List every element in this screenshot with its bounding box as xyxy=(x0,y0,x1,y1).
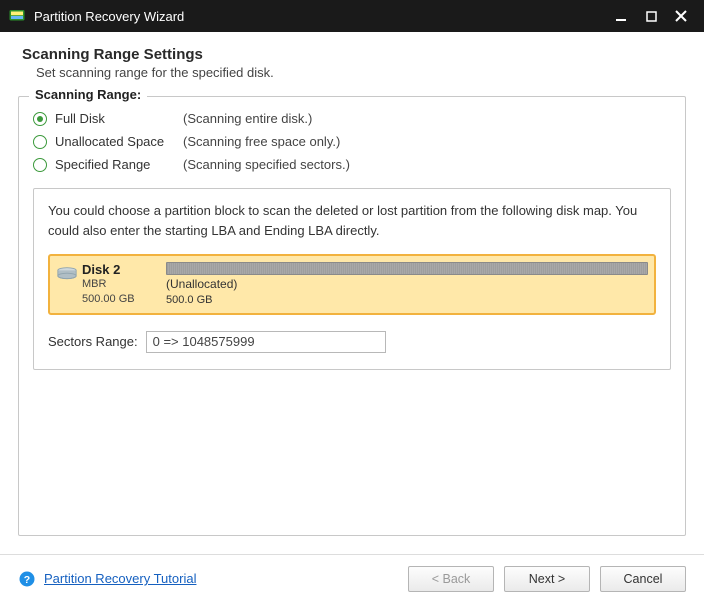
maximize-button[interactable] xyxy=(636,0,666,32)
sectors-range-label: Sectors Range: xyxy=(48,334,138,349)
partition-bar[interactable] xyxy=(166,262,648,275)
help-icon: ? xyxy=(18,570,36,588)
option-label: Specified Range xyxy=(55,157,183,172)
option-desc: (Scanning free space only.) xyxy=(183,134,340,149)
tutorial-link[interactable]: Partition Recovery Tutorial xyxy=(44,571,196,586)
option-unallocated-space[interactable]: Unallocated Space (Scanning free space o… xyxy=(33,130,671,153)
close-button[interactable] xyxy=(666,0,696,32)
option-desc: (Scanning entire disk.) xyxy=(183,111,312,126)
option-specified-range[interactable]: Specified Range (Scanning specified sect… xyxy=(33,153,671,176)
option-label: Unallocated Space xyxy=(55,134,183,149)
sectors-range-input[interactable] xyxy=(146,331,386,353)
back-button[interactable]: < Back xyxy=(408,566,494,592)
titlebar: Partition Recovery Wizard xyxy=(0,0,704,32)
option-full-disk[interactable]: Full Disk (Scanning entire disk.) xyxy=(33,107,671,130)
disk-map-box: You could choose a partition block to sc… xyxy=(33,188,671,370)
disk-map-hint: You could choose a partition block to sc… xyxy=(48,201,656,240)
svg-text:?: ? xyxy=(24,573,30,585)
cancel-button[interactable]: Cancel xyxy=(600,566,686,592)
radio-icon[interactable] xyxy=(33,135,47,149)
radio-icon[interactable] xyxy=(33,112,47,126)
header: Scanning Range Settings Set scanning ran… xyxy=(0,32,704,90)
disk-map[interactable]: Disk 2 MBR 500.00 GB (Unallocated) 500.0… xyxy=(48,254,656,315)
option-label: Full Disk xyxy=(55,111,183,126)
radio-icon[interactable] xyxy=(33,158,47,172)
app-icon xyxy=(8,7,26,25)
partition-size: 500.0 GB xyxy=(166,293,648,307)
partition-block-unallocated[interactable]: (Unallocated) 500.0 GB xyxy=(166,262,648,307)
disk-info: Disk 2 MBR 500.00 GB xyxy=(56,262,156,307)
page-subtitle: Set scanning range for the specified dis… xyxy=(36,65,682,80)
page-title: Scanning Range Settings xyxy=(22,46,682,63)
disk-name: Disk 2 xyxy=(82,262,135,277)
partition-label: (Unallocated) xyxy=(166,277,648,293)
disk-size: 500.00 GB xyxy=(82,292,135,307)
disk-type: MBR xyxy=(82,277,135,292)
window-title: Partition Recovery Wizard xyxy=(34,9,606,24)
footer: ? Partition Recovery Tutorial < Back Nex… xyxy=(0,554,704,602)
scanning-range-fieldset: Scanning Range: Full Disk (Scanning enti… xyxy=(18,96,686,536)
sectors-range-row: Sectors Range: xyxy=(48,331,656,353)
fieldset-legend: Scanning Range: xyxy=(29,87,147,102)
minimize-button[interactable] xyxy=(606,0,636,32)
option-desc: (Scanning specified sectors.) xyxy=(183,157,350,172)
disk-icon xyxy=(56,264,78,286)
next-button[interactable]: Next > xyxy=(504,566,590,592)
